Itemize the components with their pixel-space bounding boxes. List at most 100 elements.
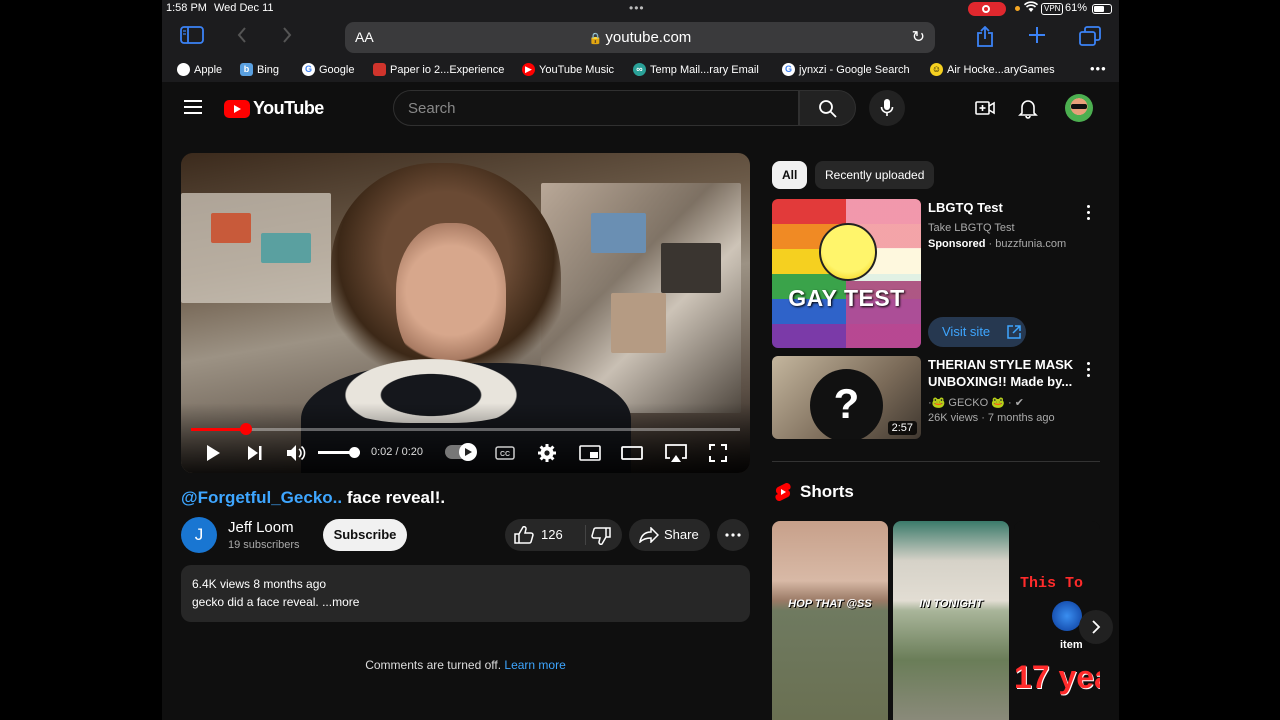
like-button[interactable] [514,525,534,547]
short-item[interactable]: HOP THAT @SS [772,521,888,720]
search-button[interactable] [799,90,856,126]
progress-played [191,428,246,431]
shorts-next-button[interactable] [1079,610,1113,644]
apple-icon [177,63,190,76]
back-icon[interactable] [236,26,248,49]
url-text[interactable]: 🔒 youtube.com [345,29,935,46]
play-button[interactable] [201,441,225,465]
progress-scrubber[interactable] [239,423,252,435]
screen-recording-icon[interactable] [968,2,1006,16]
address-bar[interactable]: AA 🔒 youtube.com ↻ [345,22,935,53]
description-box[interactable]: 6.4K views 8 months ago gecko did a face… [181,565,750,622]
recommended-channel[interactable]: ·🐸 GECKO 🐸 · ✔ [928,396,1024,409]
visit-site-button[interactable]: Visit site [928,317,1026,347]
bookmark-air-hockey[interactable]: ☺ Air Hocke...aryGames [930,63,1055,76]
chip-all[interactable]: All [772,161,808,189]
thinking-emoji-icon [819,223,877,281]
fullscreen-button[interactable] [706,441,730,465]
bookmark-bing[interactable]: b Bing [240,63,279,76]
subscribe-button[interactable]: Subscribe [323,519,407,551]
captions-button[interactable]: CC [493,441,517,465]
voice-search-button[interactable] [869,90,905,126]
learn-more-link[interactable]: Learn more [504,658,565,672]
bookmark-google[interactable]: G Google [302,63,354,76]
ipad-screen: 1:58 PM Wed Dec 11 ••• VPN 61% AA 🔒 youtu… [162,0,1119,720]
view-count-date: 6.4K views 8 months ago [192,577,327,591]
ad-subtitle: Take LBGTQ Test [928,222,1015,234]
youtube-logo[interactable]: YouTube [224,98,324,119]
notifications-bell-icon[interactable] [1017,97,1039,119]
video-player[interactable]: 0:02 / 0:20 CC [181,153,750,473]
recommended-title[interactable]: THERIAN STYLE MASK UNBOXING!! Made by... [928,356,1078,390]
more-bookmarks-icon[interactable]: ••• [1090,61,1107,76]
mute-button[interactable] [284,441,308,465]
ad-menu-icon[interactable] [1080,205,1096,223]
channel-avatar[interactable]: J [181,517,217,553]
google-icon: G [782,63,795,76]
bookmark-youtube-music[interactable]: ▶ YouTube Music [522,63,614,76]
chevron-right-icon [1092,620,1101,634]
bing-icon: b [240,63,253,76]
question-mark-graphic: ? [810,369,883,439]
video-progress-bar[interactable] [191,423,740,435]
closed-captions-icon: CC [495,446,515,460]
autoplay-toggle[interactable] [445,443,477,461]
microphone-icon [880,99,894,116]
bookmark-apple[interactable]: Apple [177,63,222,76]
forward-icon[interactable] [281,26,293,49]
theater-mode-button[interactable] [620,441,644,465]
settings-button[interactable] [535,441,559,465]
menu-icon[interactable] [184,100,202,114]
description-text: gecko did a face reveal. ...more [192,595,360,609]
thumbs-up-icon [514,525,534,544]
account-avatar[interactable] [1065,94,1093,122]
video-frame [181,153,750,473]
airplay-button[interactable] [663,441,689,465]
share-icon[interactable] [976,25,994,53]
multitasking-dots-icon[interactable]: ••• [629,1,645,15]
browser-toolbar: AA 🔒 youtube.com ↻ [162,18,1119,58]
video-title: @Forgetful_Gecko.. face reveal!. [181,488,445,508]
play-icon [207,445,220,461]
sidebar-toggle-icon[interactable] [180,26,204,49]
reload-icon[interactable]: ↻ [912,27,925,47]
time-display: 0:02 / 0:20 [371,446,423,458]
share-button[interactable]: Share [629,519,710,551]
miniplayer-button[interactable] [578,441,602,465]
airplay-icon [665,444,687,462]
new-tab-icon[interactable] [1028,26,1046,49]
mention-link[interactable]: @Forgetful_Gecko.. [181,488,342,507]
bookmark-jynxzi[interactable]: Gjynxzi - Google Search [782,63,910,76]
url-value: youtube.com [605,29,692,46]
chip-recently-uploaded[interactable]: Recently uploaded [815,161,935,189]
fullscreen-icon [709,444,727,462]
vpn-badge: VPN [1041,3,1064,15]
shorts-heading: Shorts [800,482,854,501]
search-box[interactable] [393,90,799,126]
temp-mail-icon: ∞ [633,63,646,76]
status-time: 1:58 PM [166,2,207,14]
subscriber-count: 19 subscribers [228,539,300,551]
next-button[interactable] [243,441,267,465]
create-video-icon[interactable] [974,97,996,119]
ad-thumbnail[interactable]: GAY TEST [772,199,921,348]
search-icon [819,100,837,118]
volume-icon [287,445,306,461]
more-horizontal-icon [725,533,741,537]
paper-io-icon [373,63,386,76]
recommended-menu-icon[interactable] [1080,362,1096,380]
bookmark-paper-io[interactable]: Paper io 2...Experience [373,63,504,76]
short-caption: This To [1020,575,1084,592]
search-input[interactable] [408,100,788,117]
dislike-button[interactable] [591,527,611,548]
show-more-link[interactable]: ...more [322,595,359,609]
ad-title[interactable]: LBGTQ Test [928,200,1003,215]
tabs-overview-icon[interactable] [1079,26,1101,51]
volume-slider-handle[interactable] [348,447,360,458]
short-item[interactable]: IN TONIGHT [893,521,1009,720]
bookmark-temp-mail[interactable]: ∞ Temp Mail...rary Email [633,63,759,76]
ad-thumbnail-text: GAY TEST [788,285,905,311]
recommended-thumbnail[interactable]: ? 2:57 [772,356,921,439]
channel-name[interactable]: Jeff Loom [228,519,294,536]
more-actions-button[interactable] [717,519,749,551]
